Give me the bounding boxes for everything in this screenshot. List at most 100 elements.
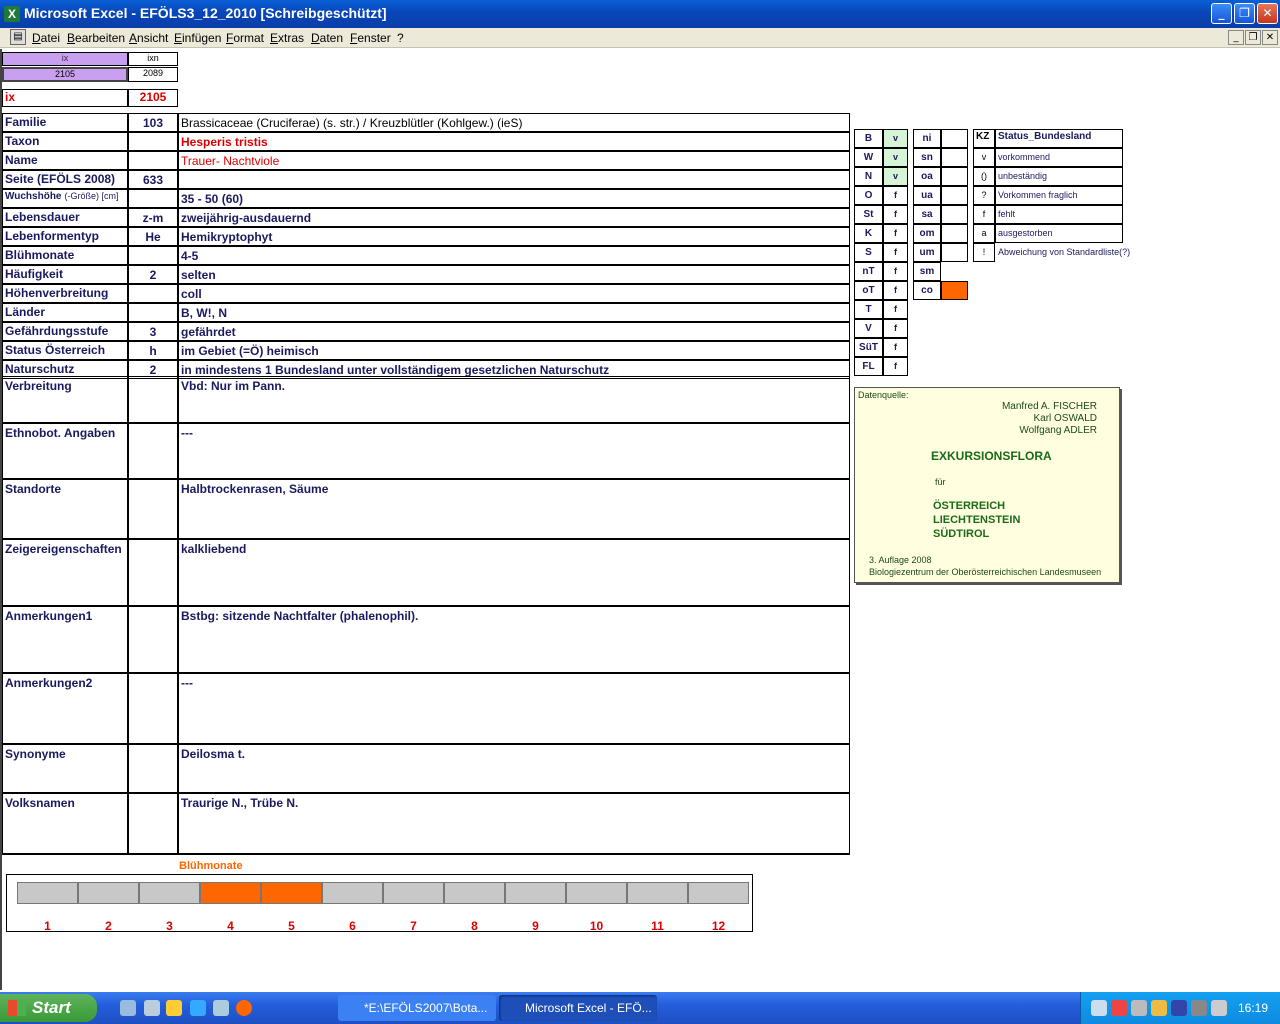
- field-value[interactable]: gefährdet: [178, 322, 850, 341]
- field-value[interactable]: Hemikryptophyt: [178, 227, 850, 246]
- close-button[interactable]: ✕: [1257, 3, 1278, 24]
- field-value[interactable]: Hesperis tristis: [178, 132, 850, 151]
- field-code[interactable]: [128, 303, 178, 322]
- text-field-code[interactable]: [128, 376, 178, 423]
- media-player-icon[interactable]: [166, 1000, 182, 1016]
- field-code[interactable]: [128, 189, 178, 208]
- quicklaunch-icon-1[interactable]: [120, 1000, 136, 1016]
- text-field-value[interactable]: Deilosma t.: [178, 744, 850, 793]
- ixn-value-cell[interactable]: 2089: [128, 67, 178, 82]
- excel-app-icon[interactable]: X: [4, 6, 20, 22]
- field-code[interactable]: He: [128, 227, 178, 246]
- field-code[interactable]: z-m: [128, 208, 178, 227]
- text-field-code[interactable]: [128, 539, 178, 606]
- field-code[interactable]: 633: [128, 170, 178, 189]
- field-code[interactable]: [128, 246, 178, 265]
- region-status[interactable]: [941, 243, 968, 262]
- state-status[interactable]: f: [883, 300, 908, 319]
- field-code[interactable]: 2: [128, 265, 178, 284]
- menu-format[interactable]: Format: [226, 31, 264, 45]
- text-field-code[interactable]: [128, 793, 178, 854]
- ix-header-cell[interactable]: ix: [2, 52, 128, 66]
- text-field-value[interactable]: kalkliebend: [178, 539, 850, 606]
- region-status[interactable]: [941, 205, 968, 224]
- bloom-chart[interactable]: 1 2 3 4 5 6 7 8 9 10 11 12: [6, 874, 753, 933]
- menu-bearbeiten[interactable]: Bearbeiten: [67, 31, 125, 45]
- region-status[interactable]: [941, 167, 968, 186]
- internet-explorer-icon[interactable]: [190, 1000, 206, 1016]
- state-status[interactable]: f: [883, 262, 908, 281]
- quicklaunch-icon-2[interactable]: [144, 1000, 160, 1016]
- workbook-icon[interactable]: ▤: [10, 29, 26, 45]
- field-value[interactable]: selten: [178, 265, 850, 284]
- doc-minimize-button[interactable]: _: [1228, 30, 1244, 45]
- field-value[interactable]: coll: [178, 284, 850, 303]
- field-value[interactable]: Trauer- Nachtviole: [178, 151, 850, 170]
- menu-help[interactable]: ?: [397, 31, 404, 45]
- menu-ansicht[interactable]: Ansicht: [129, 31, 168, 45]
- ix-value-cell[interactable]: 2105: [2, 67, 128, 82]
- field-code[interactable]: [128, 284, 178, 303]
- text-field-value[interactable]: ---: [178, 673, 850, 744]
- ixn-header-cell[interactable]: ixn: [128, 52, 178, 66]
- start-button[interactable]: Start: [0, 994, 97, 1022]
- state-status[interactable]: f: [883, 243, 908, 262]
- menu-datei[interactable]: Datei: [32, 31, 60, 45]
- text-field-code[interactable]: [128, 673, 178, 744]
- minimize-button[interactable]: _: [1211, 3, 1232, 24]
- worksheet[interactable]: ix ixn 2105 2089 ix 2105 Familie 103 Brass…: [0, 49, 1280, 990]
- text-field-value[interactable]: Halbtrockenrasen, Säume: [178, 479, 850, 539]
- text-field-value[interactable]: ---: [178, 423, 850, 479]
- tray-shield-icon[interactable]: [1171, 1000, 1187, 1016]
- field-code[interactable]: h: [128, 341, 178, 360]
- region-status[interactable]: [941, 281, 968, 300]
- text-field-code[interactable]: [128, 423, 178, 479]
- menu-fenster[interactable]: Fenster: [350, 31, 391, 45]
- state-status[interactable]: f: [883, 205, 908, 224]
- region-status[interactable]: [941, 148, 968, 167]
- field-code[interactable]: [128, 132, 178, 151]
- tray-search-icon[interactable]: [1131, 1000, 1147, 1016]
- field-value[interactable]: 35 - 50 (60): [178, 189, 850, 208]
- quicklaunch-icon-5[interactable]: [213, 1000, 229, 1016]
- field-value[interactable]: zweijährig-ausdauernd: [178, 208, 850, 227]
- menu-daten[interactable]: Daten: [311, 31, 343, 45]
- menu-extras[interactable]: Extras: [270, 31, 304, 45]
- field-code[interactable]: [128, 151, 178, 170]
- field-code[interactable]: 103: [128, 113, 178, 132]
- taskbar-item-excel[interactable]: Microsoft Excel - EFÖ...: [499, 995, 657, 1021]
- field-value[interactable]: 4-5: [178, 246, 850, 265]
- text-field-code[interactable]: [128, 479, 178, 539]
- text-field-code[interactable]: [128, 744, 178, 793]
- field-code[interactable]: 3: [128, 322, 178, 341]
- region-status[interactable]: [941, 186, 968, 205]
- field-value[interactable]: [178, 170, 850, 189]
- region-status[interactable]: [941, 129, 968, 148]
- region-status[interactable]: [941, 224, 968, 243]
- state-status[interactable]: v: [883, 129, 908, 148]
- tray-info-icon[interactable]: [1191, 1000, 1207, 1016]
- menu-einfuegen[interactable]: Einfügen: [174, 31, 221, 45]
- restore-button[interactable]: ❐: [1234, 3, 1255, 24]
- text-field-code[interactable]: [128, 606, 178, 673]
- taskbar-item-editor[interactable]: *E:\EFÖLS2007\Bota...: [338, 995, 496, 1021]
- text-field-value[interactable]: Traurige N., Trübe N.: [178, 793, 850, 854]
- text-field-value[interactable]: Vbd: Nur im Pann.: [178, 376, 850, 423]
- field-value[interactable]: Brassicaceae (Cruciferae) (s. str.) / Kr…: [178, 113, 850, 132]
- state-status[interactable]: f: [883, 338, 908, 357]
- tray-update-icon[interactable]: [1211, 1000, 1227, 1016]
- tray-app-icon[interactable]: [1151, 1000, 1167, 1016]
- tray-volume-icon[interactable]: [1111, 1000, 1127, 1016]
- state-status[interactable]: f: [883, 224, 908, 243]
- tray-network-icon[interactable]: [1091, 1000, 1107, 1016]
- state-status[interactable]: v: [883, 148, 908, 167]
- doc-restore-button[interactable]: ❐: [1245, 30, 1261, 45]
- state-status[interactable]: f: [883, 186, 908, 205]
- state-status[interactable]: f: [883, 281, 908, 300]
- state-status[interactable]: f: [883, 357, 908, 376]
- ix-big-value[interactable]: 2105: [128, 89, 178, 107]
- state-status[interactable]: v: [883, 167, 908, 186]
- field-value[interactable]: B, W!, N: [178, 303, 850, 322]
- text-field-value[interactable]: Bstbg: sitzende Nachtfalter (phalenophil…: [178, 606, 850, 673]
- state-status[interactable]: f: [883, 319, 908, 338]
